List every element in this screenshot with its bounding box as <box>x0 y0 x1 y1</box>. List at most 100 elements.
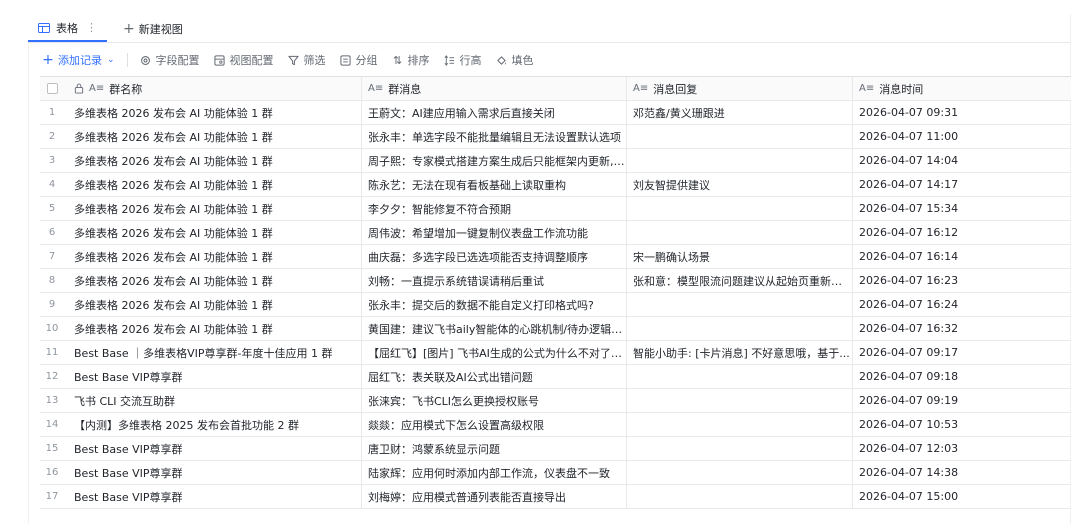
reply-cell[interactable] <box>627 149 853 172</box>
message-cell[interactable]: 周子熙：专家模式搭建方案生成后只能框架内更新, ... <box>362 149 627 172</box>
reply-cell[interactable]: 张和意：模型限流问题建议从起始页重新搭建 <box>627 269 853 292</box>
reply-cell[interactable]: 邓范鑫/黄义珊跟进 <box>627 101 853 124</box>
time-cell[interactable]: 2026-04-07 10:53 <box>853 413 1071 436</box>
reply-cell[interactable] <box>627 125 853 148</box>
time-cell[interactable]: 2026-04-07 15:00 <box>853 485 1071 508</box>
table-row[interactable]: 17 Best Base VIP尊享群 刘梅婷：应用模式普通列表能否直接导出 2026… <box>40 485 1071 509</box>
reply-cell[interactable] <box>627 221 853 244</box>
select-all-checkbox[interactable] <box>46 83 58 94</box>
name-cell[interactable]: Best Base VIP尊享群 <box>64 461 362 484</box>
table-row[interactable]: 7 多维表格 2026 发布会 AI 功能体验 1 群 曲庆磊：多选字段已选选项能否… <box>40 245 1071 269</box>
name-cell[interactable]: 多维表格 2026 发布会 AI 功能体验 1 群 <box>64 149 362 172</box>
reply-cell[interactable] <box>627 437 853 460</box>
field-config-button[interactable]: 字段配置 <box>134 49 206 71</box>
column-header-name[interactable]: A≡ 群名称 <box>64 77 362 100</box>
table-row[interactable]: 1 多维表格 2026 发布会 AI 功能体验 1 群 王蔚文：AI建应用输入需求后… <box>40 101 1071 125</box>
name-cell[interactable]: Best Base ｜多维表格VIP尊享群-年度十佳应用 1 群 <box>64 341 362 364</box>
name-cell[interactable]: 多维表格 2026 发布会 AI 功能体验 1 群 <box>64 317 362 340</box>
message-cell[interactable]: 曲庆磊：多选字段已选选项能否支持调整顺序 <box>362 245 627 268</box>
name-cell[interactable]: 多维表格 2026 发布会 AI 功能体验 1 群 <box>64 269 362 292</box>
message-cell[interactable]: 周伟波：希望增加一键复制仪表盘工作流功能 <box>362 221 627 244</box>
column-header-message[interactable]: A≡ 群消息 <box>362 77 627 100</box>
table-row[interactable]: 10 多维表格 2026 发布会 AI 功能体验 1 群 黄国建：建议飞书aily智… <box>40 317 1071 341</box>
message-cell[interactable]: 燚燚：应用模式下怎么设置高级权限 <box>362 413 627 436</box>
select-all-cell[interactable] <box>40 77 64 100</box>
message-cell[interactable]: 张永丰：单选字段不能批量编辑且无法设置默认选项 <box>362 125 627 148</box>
name-cell[interactable]: 【内测】多维表格 2025 发布会首批功能 2 群 <box>64 413 362 436</box>
column-header-reply[interactable]: A≡ 消息回复 <box>627 77 853 100</box>
add-record-button[interactable]: + 添加记录 ⌄ <box>40 49 121 71</box>
message-cell[interactable]: 陆家辉：应用何时添加内部工作流，仪表盘不一致 <box>362 461 627 484</box>
table-row[interactable]: 15 Best Base VIP尊享群 唐卫财：鸿蒙系统显示问题 2026-04-07… <box>40 437 1071 461</box>
name-cell[interactable]: 多维表格 2026 发布会 AI 功能体验 1 群 <box>64 173 362 196</box>
time-cell[interactable]: 2026-04-07 16:24 <box>853 293 1071 316</box>
table-row[interactable]: 3 多维表格 2026 发布会 AI 功能体验 1 群 周子熙：专家模式搭建方案生成… <box>40 149 1071 173</box>
reply-cell[interactable] <box>627 365 853 388</box>
time-cell[interactable]: 2026-04-07 09:31 <box>853 101 1071 124</box>
table-row[interactable]: 12 Best Base VIP尊享群 屈红飞：表关联及AI公式出错问题 2026-0… <box>40 365 1071 389</box>
sort-button[interactable]: ⇅ 排序 <box>386 49 436 71</box>
chevron-down-icon[interactable]: ⌄ <box>107 55 115 65</box>
table-row[interactable]: 9 多维表格 2026 发布会 AI 功能体验 1 群 张永丰：提交后的数据不能自定… <box>40 293 1071 317</box>
message-cell[interactable]: 张涞宾：飞书CLI怎么更换授权账号 <box>362 389 627 412</box>
time-cell[interactable]: 2026-04-07 09:18 <box>853 365 1071 388</box>
reply-cell[interactable] <box>627 461 853 484</box>
time-cell[interactable]: 2026-04-07 14:17 <box>853 173 1071 196</box>
time-cell[interactable]: 2026-04-07 14:04 <box>853 149 1071 172</box>
table-row[interactable]: 16 Best Base VIP尊享群 陆家辉：应用何时添加内部工作流，仪表盘不一致… <box>40 461 1071 485</box>
reply-cell[interactable] <box>627 293 853 316</box>
reply-cell[interactable]: 智能小助手: [卡片消息] 不好意思哦，基于... <box>627 341 853 364</box>
message-cell[interactable]: 屈红飞：表关联及AI公式出错问题 <box>362 365 627 388</box>
table-row[interactable]: 2 多维表格 2026 发布会 AI 功能体验 1 群 张永丰：单选字段不能批量编辑… <box>40 125 1071 149</box>
name-cell[interactable]: 多维表格 2026 发布会 AI 功能体验 1 群 <box>64 245 362 268</box>
message-cell[interactable]: 【屈红飞】[图片] 飞书AI生成的公式为什么不对了? ... <box>362 341 627 364</box>
name-cell[interactable]: Best Base VIP尊享群 <box>64 365 362 388</box>
time-cell[interactable]: 2026-04-07 16:14 <box>853 245 1071 268</box>
time-cell[interactable]: 2026-04-07 09:17 <box>853 341 1071 364</box>
time-cell[interactable]: 2026-04-07 11:00 <box>853 125 1071 148</box>
name-cell[interactable]: 多维表格 2026 发布会 AI 功能体验 1 群 <box>64 101 362 124</box>
tab-table[interactable]: 表格 ⋮ <box>28 15 107 42</box>
name-cell[interactable]: 多维表格 2026 发布会 AI 功能体验 1 群 <box>64 293 362 316</box>
message-cell[interactable]: 唐卫财：鸿蒙系统显示问题 <box>362 437 627 460</box>
message-cell[interactable]: 陈永艺：无法在现有看板基础上读取重构 <box>362 173 627 196</box>
message-cell[interactable]: 李夕夕：智能修复不符合预期 <box>362 197 627 220</box>
more-vertical-icon[interactable]: ⋮ <box>86 21 97 34</box>
table-row[interactable]: 4 多维表格 2026 发布会 AI 功能体验 1 群 陈永艺：无法在现有看板基础上… <box>40 173 1071 197</box>
time-cell[interactable]: 2026-04-07 16:32 <box>853 317 1071 340</box>
message-cell[interactable]: 王蔚文：AI建应用输入需求后直接关闭 <box>362 101 627 124</box>
message-cell[interactable]: 张永丰：提交后的数据不能自定义打印格式吗? <box>362 293 627 316</box>
table-row[interactable]: 11 Best Base ｜多维表格VIP尊享群-年度十佳应用 1 群 【屈红飞】[… <box>40 341 1071 365</box>
time-cell[interactable]: 2026-04-07 12:03 <box>853 437 1071 460</box>
new-view-button[interactable]: + 新建视图 <box>113 15 193 42</box>
time-cell[interactable]: 2026-04-07 15:34 <box>853 197 1071 220</box>
reply-cell[interactable] <box>627 485 853 508</box>
table-row[interactable]: 14 【内测】多维表格 2025 发布会首批功能 2 群 燚燚：应用模式下怎么设置高… <box>40 413 1071 437</box>
view-config-button[interactable]: 视图配置 <box>208 49 280 71</box>
reply-cell[interactable]: 刘友智提供建议 <box>627 173 853 196</box>
reply-cell[interactable] <box>627 197 853 220</box>
table-row[interactable]: 13 飞书 CLI 交流互助群 张涞宾：飞书CLI怎么更换授权账号 2026-04-0… <box>40 389 1071 413</box>
name-cell[interactable]: 多维表格 2026 发布会 AI 功能体验 1 群 <box>64 221 362 244</box>
reply-cell[interactable] <box>627 317 853 340</box>
message-cell[interactable]: 黄国建：建议飞书aily智能体的心跳机制/待办逻辑和... <box>362 317 627 340</box>
name-cell[interactable]: 多维表格 2026 发布会 AI 功能体验 1 群 <box>64 197 362 220</box>
time-cell[interactable]: 2026-04-07 09:19 <box>853 389 1071 412</box>
reply-cell[interactable] <box>627 389 853 412</box>
name-cell[interactable]: Best Base VIP尊享群 <box>64 485 362 508</box>
reply-cell[interactable]: 宋一鹏确认场景 <box>627 245 853 268</box>
message-cell[interactable]: 刘梅婷：应用模式普通列表能否直接导出 <box>362 485 627 508</box>
time-cell[interactable]: 2026-04-07 14:38 <box>853 461 1071 484</box>
time-cell[interactable]: 2026-04-07 16:12 <box>853 221 1071 244</box>
column-header-time[interactable]: A≡ 消息时间 <box>853 77 1071 100</box>
name-cell[interactable]: 多维表格 2026 发布会 AI 功能体验 1 群 <box>64 125 362 148</box>
name-cell[interactable]: Best Base VIP尊享群 <box>64 437 362 460</box>
table-row[interactable]: 5 多维表格 2026 发布会 AI 功能体验 1 群 李夕夕：智能修复不符合预期 2… <box>40 197 1071 221</box>
group-button[interactable]: 分组 <box>334 49 384 71</box>
name-cell[interactable]: 飞书 CLI 交流互助群 <box>64 389 362 412</box>
table-row[interactable]: 6 多维表格 2026 发布会 AI 功能体验 1 群 周伟波：希望增加一键复制仪表… <box>40 221 1071 245</box>
reply-cell[interactable] <box>627 413 853 436</box>
table-row[interactable]: 8 多维表格 2026 发布会 AI 功能体验 1 群 刘畅：一直提示系统错误请稍后… <box>40 269 1071 293</box>
row-height-button[interactable]: 行高 <box>438 49 488 71</box>
filter-button[interactable]: 筛选 <box>282 49 332 71</box>
